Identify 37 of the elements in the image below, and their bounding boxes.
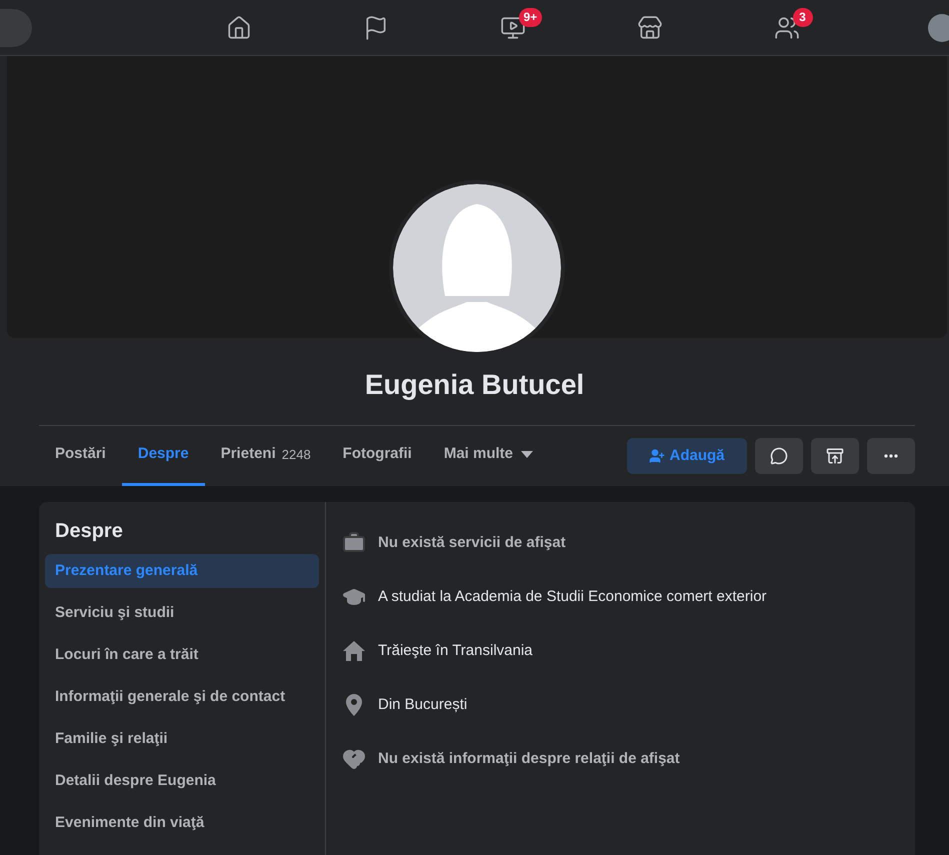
archive-icon xyxy=(826,447,844,465)
profile-name: Eugenia Butucel xyxy=(364,368,584,402)
detail-text: A studiat la Academia de Studii Economice comert exterior xyxy=(378,586,767,607)
profile-tab[interactable]: Mai multe xyxy=(428,426,550,486)
detail-text: Nu există informaţii despre relaţii de afişat xyxy=(378,748,680,769)
about-nav-item[interactable]: Locuri în care a trăit xyxy=(45,638,319,672)
nav-tab[interactable]: 9+ xyxy=(480,4,544,52)
profile-tab[interactable]: Despre xyxy=(122,426,205,486)
nav-tab[interactable]: 3 xyxy=(754,4,818,52)
home-icon xyxy=(226,14,252,40)
profile-tab[interactable]: Prieteni 2248 xyxy=(204,426,327,486)
video-icon xyxy=(500,14,526,40)
store-icon xyxy=(636,14,662,40)
briefcase-icon xyxy=(342,531,366,555)
house-icon xyxy=(342,639,366,663)
archive-button[interactable] xyxy=(811,438,859,474)
profile-tab[interactable]: Postări xyxy=(39,426,122,486)
messenger-button[interactable] xyxy=(755,438,803,474)
detail-text: Din București xyxy=(378,694,468,715)
group-icon xyxy=(774,14,800,40)
notification-badge: 9+ xyxy=(518,8,542,26)
about-nav-item[interactable]: Serviciu şi studii xyxy=(45,596,319,630)
about-nav-item[interactable]: Evenimente din viaţă xyxy=(45,806,319,840)
about-nav-item[interactable]: Detalii despre Eugenia xyxy=(45,764,319,798)
profile-tab[interactable]: Fotografii xyxy=(326,426,428,486)
section-title: Despre xyxy=(54,519,124,544)
detail-text: Nu există servicii de afişat xyxy=(378,532,566,553)
add-person-icon xyxy=(649,448,666,464)
hearts-icon xyxy=(342,747,366,771)
more-icon xyxy=(884,454,898,458)
about-nav-item[interactable]: Informaţii generale şi de contact xyxy=(45,680,319,714)
messenger-icon xyxy=(770,447,788,465)
profile-avatar[interactable] xyxy=(393,184,561,352)
about-nav-item[interactable]: Familie şi relaţii xyxy=(45,722,319,756)
notification-badge: 3 xyxy=(792,8,812,26)
avatar[interactable] xyxy=(928,14,949,42)
detail-text: Trăieşte în Transilvania xyxy=(378,640,533,661)
